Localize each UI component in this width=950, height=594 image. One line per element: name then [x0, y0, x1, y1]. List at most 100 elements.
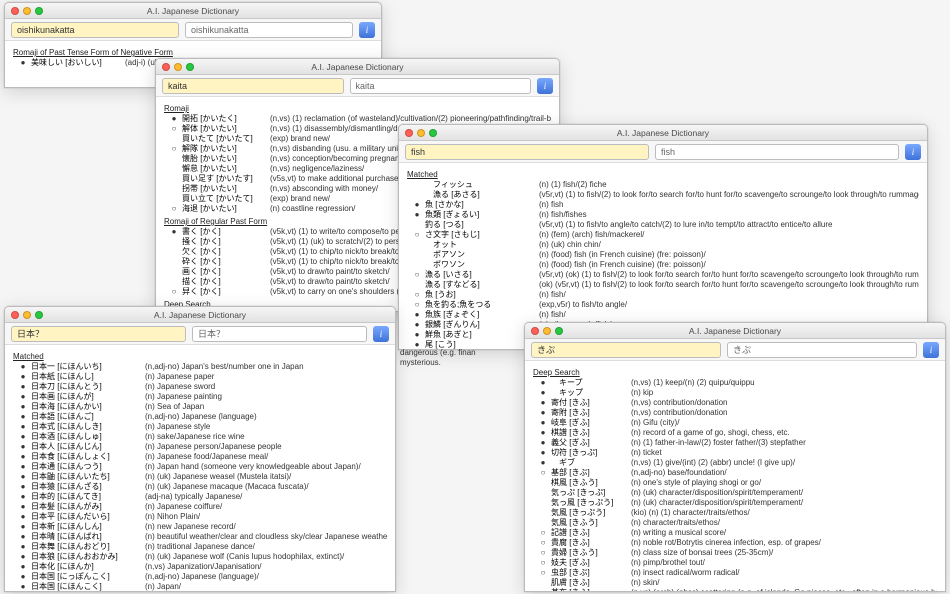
result-row[interactable]: ポアソン(n) (food) fish (in French cuisine) … — [407, 250, 919, 260]
minimize-icon[interactable] — [23, 7, 31, 15]
result-row[interactable]: ●日本刀 [にほんとう](n) Japanese sword — [13, 382, 387, 392]
close-icon[interactable] — [405, 129, 413, 137]
result-row[interactable]: ○妓夫 [ぎふ](n) pimp/brothel tout/ — [533, 558, 937, 568]
result-row[interactable]: ●義父 [ぎふ](n) (1) father-in-law/(2) foster… — [533, 438, 937, 448]
search-input-right[interactable] — [350, 78, 532, 94]
result-row[interactable]: 釣る [つる](v5r,vt) (1) to fish/to angle/to … — [407, 220, 919, 230]
result-row[interactable]: ○さ文字 [さもじ](n) (fem) (arch) fish/mackerel… — [407, 230, 919, 240]
minimize-icon[interactable] — [174, 63, 182, 71]
search-input-right[interactable] — [655, 144, 899, 160]
result-row[interactable]: ●日本的 [にほんてき](adj-na) typically Japanese/ — [13, 492, 387, 502]
close-icon[interactable] — [11, 7, 19, 15]
result-row[interactable]: 気風 [きふう](n) character/traits/ethos/ — [533, 518, 937, 528]
result-row[interactable]: ●日本式 [にほんしき](n) Japanese style — [13, 422, 387, 432]
result-row[interactable]: ●日本語 [にほんご](n,adj-no) Japanese (language… — [13, 412, 387, 422]
result-row[interactable]: ○基部 [きぶ](n,adj-no) base/foundation/ — [533, 468, 937, 478]
result-row[interactable]: ●日本新 [にほんしん](n) new Japanese record/ — [13, 522, 387, 532]
result-row[interactable]: ○貴婦 [きふう](n) class size of bonsai trees … — [533, 548, 937, 558]
result-row[interactable]: ●日本舞 [にほんおどり](n) traditional Japanese da… — [13, 542, 387, 552]
window-controls[interactable] — [405, 129, 437, 137]
result-row[interactable]: ●日本画 [にほんが](n) Japanese painting — [13, 392, 387, 402]
result-row[interactable]: ●日本人 [にほんじん](n) Japanese person/Japanese… — [13, 442, 387, 452]
info-button[interactable]: i — [537, 78, 553, 94]
info-button[interactable]: i — [359, 22, 375, 38]
minimize-icon[interactable] — [543, 327, 551, 335]
result-row[interactable]: オット(n) (uk) chin chin/ — [407, 240, 919, 250]
result-row[interactable]: ●日本酒 [にほんしゅ](n) sake/Japanese rice wine — [13, 432, 387, 442]
result-row[interactable]: 漁る [すなどる](ok) (v5r,vt) (1) to fish/(2) t… — [407, 280, 919, 290]
minimize-icon[interactable] — [23, 311, 31, 319]
result-row[interactable]: ○魚を釣る;魚をつる(exp,v5r) to fish/to angle/ — [407, 300, 919, 310]
result-row[interactable]: ○魚 [うお](n) fish/ — [407, 290, 919, 300]
close-icon[interactable] — [11, 311, 19, 319]
result-row[interactable]: ポワソン(n) (food) fish (in French cuisine) … — [407, 260, 919, 270]
result-row[interactable]: ●日本国 [にっぽんこく](n,adj-no) Japanese (langua… — [13, 572, 387, 582]
result-row[interactable]: ● ギブ(n,vs) (1) give/(int) (2) (abbr) unc… — [533, 458, 937, 468]
result-row[interactable]: ●日本猿 [にほんざる](n) (uk) Japanese macaque (M… — [13, 482, 387, 492]
result-row[interactable]: ● キープ(n,vs) (1) keep/(n) (2) quipu/quipp… — [533, 378, 937, 388]
result-row[interactable]: ●岐阜 [ぎふ](n) Gifu (city)/ — [533, 418, 937, 428]
info-button[interactable]: i — [373, 326, 389, 342]
window-controls[interactable] — [11, 7, 43, 15]
zoom-icon[interactable] — [429, 129, 437, 137]
result-row[interactable]: 肌膚 [きふ](n) skin/ — [533, 578, 937, 588]
zoom-icon[interactable] — [35, 7, 43, 15]
result-row[interactable]: ● キップ(n) kip — [533, 388, 937, 398]
search-input-left[interactable] — [11, 326, 186, 342]
result-row[interactable]: ●開拓 [かいたく](n,vs) (1) reclamation (of was… — [164, 114, 551, 124]
result-row[interactable]: ○記譜 [きふ](n) writing a musical score/ — [533, 528, 937, 538]
minimize-icon[interactable] — [417, 129, 425, 137]
result-row[interactable]: ●日本髪 [にほんがみ](n) Japanese coiffure/ — [13, 502, 387, 512]
result-row[interactable]: ●日本平 [にほんだいら](n) Nihon Plain/ — [13, 512, 387, 522]
result-row[interactable]: フィッシュ(n) (1) fish/(2) fiche — [407, 180, 919, 190]
result-row[interactable]: ●日本食 [にほんしょく](n) Japanese food/Japanese … — [13, 452, 387, 462]
search-input-left[interactable] — [405, 144, 649, 160]
search-input-right[interactable] — [192, 326, 367, 342]
result-row[interactable]: ●日本晴 [にほんばれ](n) beautiful weather/clear … — [13, 532, 387, 542]
titlebar[interactable]: A.I. Japanese Dictionary — [525, 323, 945, 339]
result-row[interactable]: ●日本狼 [にほんおおかみ](n) (uk) Japanese wolf (Ca… — [13, 552, 387, 562]
result-row[interactable]: ●日本一 [にほんいち](n,adj-no) Japan's best/numb… — [13, 362, 387, 372]
titlebar[interactable]: A.I. Japanese Dictionary — [156, 59, 559, 75]
result-row[interactable]: 棋風 [きふう](n) one's style of playing shogi… — [533, 478, 937, 488]
result-row[interactable]: ●日本海 [にほんかい](n) Sea of Japan — [13, 402, 387, 412]
result-row[interactable]: ●日本紙 [にほんし](n) Japanese paper — [13, 372, 387, 382]
search-input-left[interactable] — [531, 342, 721, 358]
close-icon[interactable] — [531, 327, 539, 335]
result-row[interactable]: 気っ風 [きっぷう](n) (uk) character/disposition… — [533, 498, 937, 508]
zoom-icon[interactable] — [35, 311, 43, 319]
zoom-icon[interactable] — [555, 327, 563, 335]
search-input-left[interactable] — [162, 78, 344, 94]
result-row[interactable]: ●魚 [さかな](n) fish — [407, 200, 919, 210]
search-input-right[interactable] — [727, 342, 917, 358]
close-icon[interactable] — [162, 63, 170, 71]
result-row[interactable]: 気っぷ [きっぷ](n) (uk) character/disposition/… — [533, 488, 937, 498]
search-input-right[interactable] — [185, 22, 353, 38]
zoom-icon[interactable] — [186, 63, 194, 71]
result-row[interactable]: ○貴腐 [きふ](n) noble rot/Botrytis cinerea i… — [533, 538, 937, 548]
result-row[interactable]: ●寄附 [きふ](n,vs) contribution/donation — [533, 408, 937, 418]
result-row[interactable]: ○虫部 [きぶ](n) insect radical/worm radical/ — [533, 568, 937, 578]
window-controls[interactable] — [531, 327, 563, 335]
result-row[interactable]: ●魚類 [ぎょるい](n) fish/fishes — [407, 210, 919, 220]
titlebar[interactable]: A.I. Japanese Dictionary — [5, 3, 381, 19]
info-button[interactable]: i — [905, 144, 921, 160]
result-row[interactable]: ●切符 [きっぷ](n) ticket — [533, 448, 937, 458]
result-row[interactable]: ○漁る [いさる](v5r,vt) (ok) (1) to fish/(2) t… — [407, 270, 919, 280]
window-controls[interactable] — [162, 63, 194, 71]
result-row[interactable]: ●棋譜 [きふ](n) record of a game of go, shog… — [533, 428, 937, 438]
titlebar[interactable]: A.I. Japanese Dictionary — [5, 307, 395, 323]
result-row[interactable]: ●寄付 [きふ](n,vs) contribution/donation — [533, 398, 937, 408]
result-row[interactable]: ●日本通 [にほんつう](n) Japan hand (someone very… — [13, 462, 387, 472]
titlebar[interactable]: A.I. Japanese Dictionary — [399, 125, 927, 141]
result-row[interactable]: ●日本国 [にほんこく](n) Japan/ — [13, 582, 387, 592]
search-input-left[interactable] — [11, 22, 179, 38]
window-controls[interactable] — [11, 311, 43, 319]
result-row[interactable]: ○碁布 [きふ](n,vs) (arch) (obsc) scattering … — [533, 588, 937, 592]
result-row[interactable]: ●日本鼬 [にほんいたち](n) (uk) Japanese weasel (M… — [13, 472, 387, 482]
result-row[interactable]: ●日本化 [にほんか](n,vs) Japanization/Japanisat… — [13, 562, 387, 572]
info-button[interactable]: i — [923, 342, 939, 358]
result-row[interactable]: ●魚族 [ぎょぞく](n) fish/ — [407, 310, 919, 320]
result-row[interactable]: 漁る [あさる](v5r,vt) (1) to fish/(2) to look… — [407, 190, 919, 200]
result-row[interactable]: 気風 [きっぷう](kio) (n) (1) character/traits/… — [533, 508, 937, 518]
